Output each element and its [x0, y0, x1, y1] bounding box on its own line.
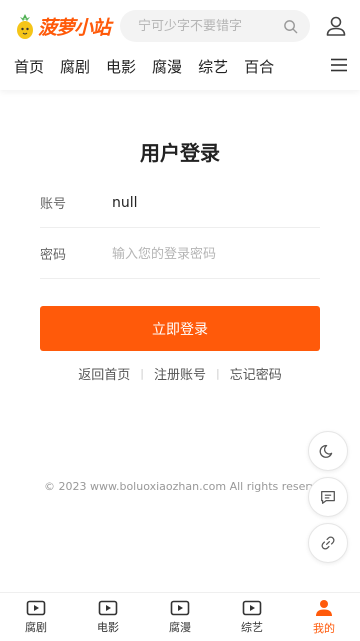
link-icon	[321, 536, 335, 550]
menu-icon[interactable]	[330, 58, 348, 72]
divider: |	[216, 367, 220, 380]
search-input[interactable]	[136, 17, 283, 35]
page-title: 用户登录	[140, 141, 220, 165]
share-link-button[interactable]	[308, 523, 348, 563]
auth-links: 返回首页 | 注册账号 | 忘记密码	[0, 364, 360, 383]
nav-item-home[interactable]: 首页	[14, 56, 44, 77]
bottom-tab-bar: 腐剧 电影 腐漫 综艺 我的	[0, 592, 360, 641]
play-icon	[242, 600, 262, 615]
password-field[interactable]	[110, 244, 314, 263]
logo-text: 菠萝小站	[38, 16, 111, 39]
top-nav: 首页 腐剧 电影 腐漫 综艺 百合	[0, 52, 360, 80]
nav-item-comic[interactable]: 腐漫	[152, 56, 182, 77]
divider: |	[140, 367, 144, 380]
header: 菠萝小站 首页 腐剧 电影 腐漫 综艺 百合	[0, 0, 360, 90]
nav-item-yuri[interactable]: 百合	[244, 56, 274, 77]
account-field[interactable]	[110, 193, 314, 212]
tab-drama[interactable]: 腐剧	[0, 593, 72, 641]
tab-variety[interactable]: 综艺	[216, 593, 288, 641]
back-home-link[interactable]: 返回首页	[78, 364, 130, 383]
site-logo[interactable]: 菠萝小站	[14, 12, 111, 40]
tab-label: 综艺	[241, 620, 263, 634]
search-bar[interactable]	[120, 10, 310, 42]
password-label: 密码	[40, 248, 67, 263]
nav-item-movie[interactable]: 电影	[106, 56, 136, 77]
register-link[interactable]: 注册账号	[154, 364, 206, 383]
search-icon[interactable]	[283, 19, 298, 34]
user-icon	[316, 599, 332, 616]
play-icon	[98, 600, 118, 615]
account-row: 账号	[40, 178, 320, 228]
tab-label: 我的	[313, 621, 335, 635]
copyright-text: © 2023 www.boluoxiaozhan.com All rights …	[44, 480, 314, 493]
tab-label: 腐剧	[25, 620, 47, 634]
account-label: 账号	[40, 197, 67, 212]
tab-label: 腐漫	[169, 620, 191, 634]
forgot-password-link[interactable]: 忘记密码	[230, 364, 282, 383]
dark-mode-button[interactable]	[308, 431, 348, 471]
play-icon	[170, 600, 190, 615]
message-button[interactable]	[308, 477, 348, 517]
tab-movie[interactable]: 电影	[72, 593, 144, 641]
nav-item-variety[interactable]: 综艺	[198, 56, 228, 77]
login-button[interactable]: 立即登录	[40, 306, 320, 351]
nav-item-drama[interactable]: 腐剧	[60, 56, 90, 77]
user-icon[interactable]	[324, 14, 348, 38]
message-icon	[321, 490, 335, 504]
play-icon	[26, 600, 46, 615]
tab-comic[interactable]: 腐漫	[144, 593, 216, 641]
moon-icon	[319, 444, 333, 458]
tab-mine[interactable]: 我的	[288, 593, 360, 641]
password-row: 密码	[40, 229, 320, 279]
tab-label: 电影	[97, 620, 119, 634]
pineapple-icon	[17, 14, 33, 39]
